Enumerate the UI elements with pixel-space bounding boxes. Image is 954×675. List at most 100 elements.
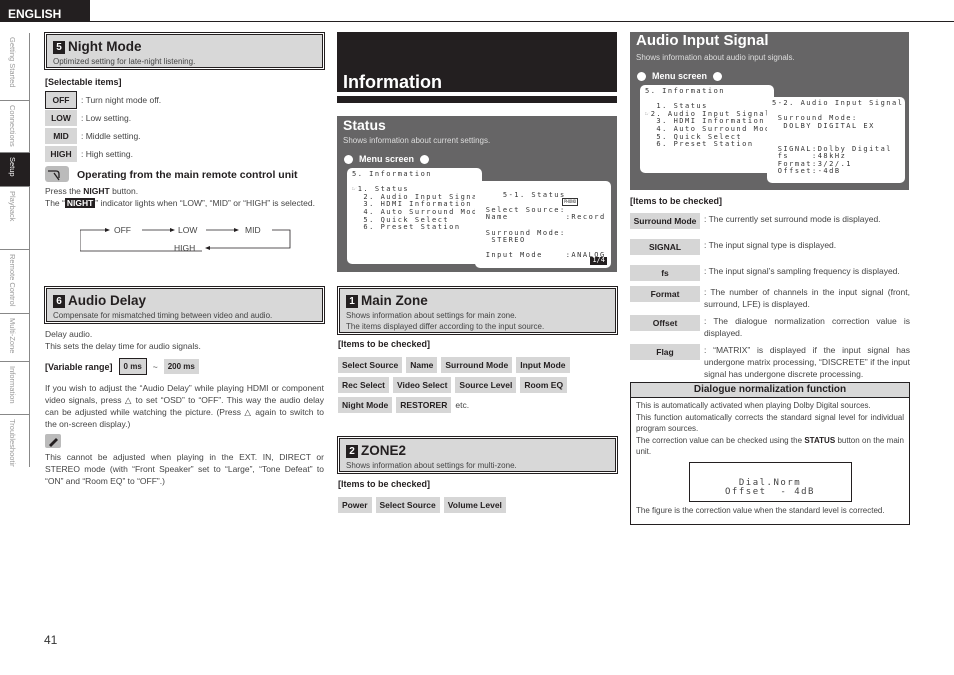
page-title: Information xyxy=(343,72,442,92)
item-badge: RESTORER xyxy=(396,397,452,413)
item-badge: Room EQ xyxy=(520,377,568,393)
etc-text: etc. xyxy=(455,400,470,410)
section-number: 2 xyxy=(346,445,358,458)
zone2-items: Power Select Source Volume Level xyxy=(338,497,506,513)
section-subtitle: Optimized setting for late-night listeni… xyxy=(53,57,196,66)
status-panel: Status Shows information about current s… xyxy=(337,116,617,272)
status-subtitle: Shows information about current settings… xyxy=(343,136,491,145)
dialnorm-p4: The figure is the correction value when … xyxy=(636,505,885,515)
side-tab-remote-control[interactable]: Remote Control xyxy=(0,250,30,314)
front-display: Dial.Norm Offset - 4dB xyxy=(688,461,852,502)
audio-delay-header: 6 Audio Delay Compensate for mismatched t… xyxy=(44,286,325,324)
item-badge: Video Select xyxy=(393,377,452,393)
section-title: Audio Delay xyxy=(68,293,147,308)
page-number: 41 xyxy=(44,633,58,647)
page-indicator: 1/4 xyxy=(590,256,607,265)
side-tab-connections[interactable]: Connections xyxy=(0,101,30,153)
remote-hand-icon xyxy=(45,166,69,182)
bullet-icon xyxy=(344,154,353,164)
check-item: Format: The number of channels in the in… xyxy=(630,286,910,310)
indicator-text: The “NIGHT” indicator lights when “LOW”,… xyxy=(45,198,315,208)
menu-screen-label: Menu screen xyxy=(637,71,723,81)
item-badge: Select Source xyxy=(375,497,440,513)
press-instruction: Press the NIGHT button. xyxy=(45,186,139,196)
status-title: Status xyxy=(343,117,386,133)
delay-note: This cannot be adjusted when playing in … xyxy=(45,452,324,486)
option-high: HIGH: High setting. xyxy=(45,145,161,163)
menu-screen-label: Menu screen xyxy=(344,154,430,164)
section-number: 5 xyxy=(53,41,65,54)
dialnorm-p3: The correction value can be checked usin… xyxy=(636,435,904,457)
section-title: Night Mode xyxy=(68,39,142,54)
language-tab: ENGLISH xyxy=(0,0,90,22)
osd-menu-screen: 5. Information 1. Status ☞2. Audio Input… xyxy=(640,85,775,173)
range-separator: ~ xyxy=(152,361,158,372)
bullet-icon xyxy=(713,71,723,81)
side-tab-getting-started[interactable]: Getting Started xyxy=(0,33,30,101)
night-mode-header: 5 Night Mode Optimized setting for late-n… xyxy=(44,32,325,70)
option-low: LOW: Low setting. xyxy=(45,109,161,127)
delay-line1: Delay audio. xyxy=(45,329,93,339)
night-indicator: NIGHT xyxy=(64,198,96,208)
item-badge: Source Level xyxy=(455,377,517,393)
note-pencil-icon xyxy=(45,434,61,448)
range-max: 200 ms xyxy=(163,359,199,374)
zone2-header: 2 ZONE2 Shows information about settings … xyxy=(337,436,618,474)
side-tab-information[interactable]: Information xyxy=(0,362,30,415)
main-zone-header: 1 Main Zone Shows information about setti… xyxy=(337,286,618,335)
items-to-check-label: [Items to be checked] xyxy=(338,339,431,349)
items-to-check-label: [Items to be checked] xyxy=(338,479,431,489)
section-subtitle: Shows information about settings for mul… xyxy=(346,461,517,470)
osd-status-screen: 5-1. Status Select Source: Name :Record … xyxy=(475,181,611,268)
audio-input-title: Audio Input Signal xyxy=(636,32,769,49)
cycle-high: HIGH xyxy=(174,243,196,253)
audio-input-signal-panel: Audio Input Signal Shows information abo… xyxy=(630,32,909,190)
item-badge: Select Source xyxy=(338,357,403,373)
item-badge: Name xyxy=(406,357,438,373)
audio-input-subtitle: Shows information about audio input sign… xyxy=(636,53,795,62)
main-zone-items: Select Source Name Surround Mode Input M… xyxy=(338,357,570,417)
section-title: Main Zone xyxy=(361,293,428,308)
items-to-check-label: [Items to be checked] xyxy=(630,196,723,206)
osd-menu-screen: 5. Information ☞1. Status 2. Audio Input… xyxy=(347,168,482,264)
osd-audio-signal-screen: 5-2. Audio Input Signal Surround Mode: D… xyxy=(767,97,905,183)
section-number: 6 xyxy=(53,295,65,308)
item-badge: Volume Level xyxy=(443,497,506,513)
bullet-icon xyxy=(420,154,430,164)
bullet-icon xyxy=(637,71,646,81)
item-badge: Night Mode xyxy=(338,397,393,413)
selectable-items-label: [Selectable items] xyxy=(45,77,122,87)
check-item: Surround Mode: The currently set surroun… xyxy=(630,213,910,229)
cycle-low: LOW xyxy=(178,225,198,235)
check-item: fs: The input signal’s sampling frequenc… xyxy=(630,265,910,281)
status-button-name: STATUS xyxy=(804,435,836,445)
dialnorm-title: Dialogue normalization function xyxy=(631,383,909,398)
delay-paragraph: If you wish to adjust the “Audio Delay” … xyxy=(45,383,324,429)
cycle-off: OFF xyxy=(114,225,131,235)
night-button-name: NIGHT xyxy=(83,186,110,196)
side-tab-playback[interactable]: Playback xyxy=(0,187,30,250)
display-line2: Offset - 4dB xyxy=(725,486,815,497)
header-rule xyxy=(0,21,954,22)
section-subtitle-1: Shows information about settings for mai… xyxy=(346,311,517,320)
audio-signal-items: Surround Mode: The currently set surroun… xyxy=(630,213,910,385)
side-tab-setup[interactable]: Setup xyxy=(0,153,30,187)
section-number: 1 xyxy=(346,295,358,308)
section-title: ZONE2 xyxy=(361,443,407,458)
information-banner: Information xyxy=(337,32,617,92)
night-mode-options: OFF: Turn night mode off. LOW: Low setti… xyxy=(45,91,161,163)
section-subtitle: Compensate for mismatched timing between… xyxy=(53,311,273,320)
cycle-mid: MID xyxy=(245,225,261,235)
phono-badge: PHONO xyxy=(562,198,579,206)
range-min: 0 ms xyxy=(118,358,147,375)
side-tab-troubleshooting[interactable]: Troubleshooting xyxy=(0,415,30,467)
side-tabs: Getting Started Connections Setup Playba… xyxy=(0,33,30,467)
banner-rule xyxy=(337,96,617,103)
dialnorm-p1: This is automatically activated when pla… xyxy=(636,401,871,410)
dialnorm-box: Dialogue normalization function This is … xyxy=(630,382,910,525)
night-mode-cycle-diagram: OFF LOW MID HIGH xyxy=(80,222,292,253)
dialnorm-p2: This function automatically corrects the… xyxy=(636,412,904,434)
side-tab-multi-zone[interactable]: Multi-Zone xyxy=(0,314,30,362)
variable-range-label: [Variable range] xyxy=(45,361,113,372)
item-badge: Input Mode xyxy=(516,357,570,373)
